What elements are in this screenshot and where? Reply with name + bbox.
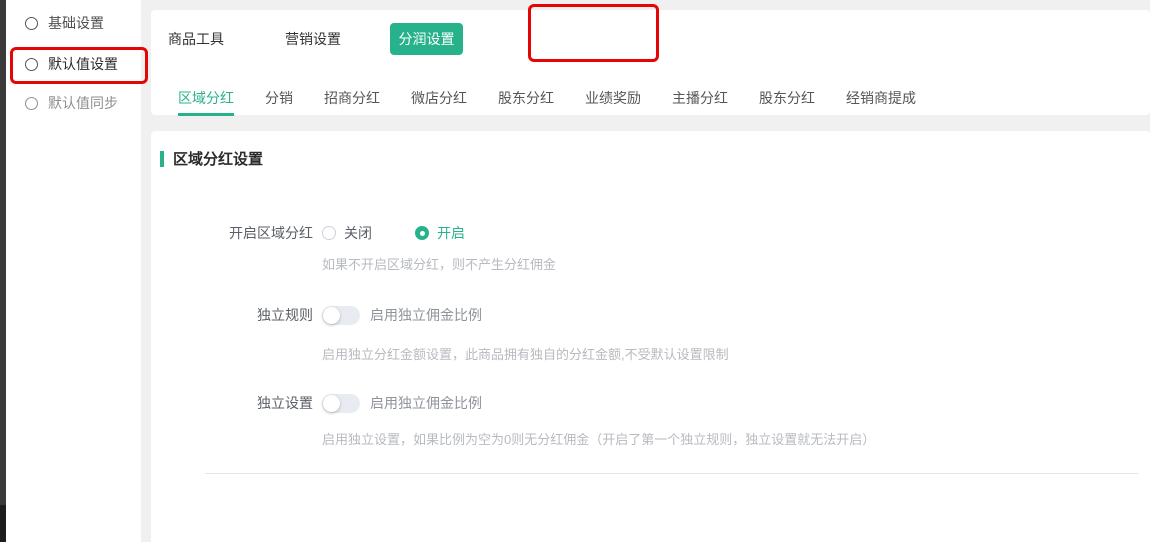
radio-off[interactable] xyxy=(322,226,336,240)
tab-product-tools[interactable]: 商品工具 xyxy=(168,23,224,55)
sidebar: 基础设置 默认值设置 默认值同步 xyxy=(6,0,141,542)
subtab-anchor-dividend[interactable]: 主播分红 xyxy=(672,90,728,116)
subtab-region-dividend[interactable]: 区域分红 xyxy=(178,90,234,116)
radio-off-label[interactable]: 关闭 xyxy=(344,223,372,243)
tab-marketing-settings[interactable]: 营销设置 xyxy=(285,23,341,55)
independent-setting-toggle[interactable] xyxy=(322,394,360,413)
independent-setting-help: 启用独立设置，如果比例为空为0则无分红佣金（开启了第一个独立规则，独立设置就无法… xyxy=(322,429,875,448)
section-header: 区域分红设置 xyxy=(160,148,263,169)
tab-profit-settings[interactable]: 分润设置 xyxy=(390,23,463,55)
sidebar-item-label: 默认值同步 xyxy=(48,93,118,113)
subtab-microstore-dividend[interactable]: 微店分红 xyxy=(411,90,467,116)
secondary-tabs: 区域分红 分销 招商分红 微店分红 股东分红 业绩奖励 主播分红 股东分红 经销… xyxy=(178,90,947,116)
tabs-card: 商品工具 营销设置 分润设置 区域分红 分销 招商分红 微店分红 股东分红 业绩… xyxy=(151,10,1150,115)
section-title: 区域分红设置 xyxy=(173,148,263,169)
radio-circle-icon xyxy=(25,58,38,71)
form-divider xyxy=(205,473,1138,474)
subtab-dealer-commission[interactable]: 经销商提成 xyxy=(846,90,916,116)
independent-setting-label: 独立设置 xyxy=(151,393,313,413)
sidebar-item-default-sync[interactable]: 默认值同步 xyxy=(6,83,141,123)
subtab-distribution[interactable]: 分销 xyxy=(265,90,293,116)
independent-setting-row: 独立设置 启用独立佣金比例 xyxy=(151,393,1150,413)
independent-rule-toggle-label: 启用独立佣金比例 xyxy=(370,305,482,325)
main-content: 商品工具 营销设置 分润设置 区域分红 分销 招商分红 微店分红 股东分红 业绩… xyxy=(151,0,1150,542)
independent-setting-toggle-label: 启用独立佣金比例 xyxy=(370,393,482,413)
enable-region-dividend-help: 如果不开启区域分红，则不产生分红佣金 xyxy=(322,254,556,273)
subtab-shareholder-dividend-2[interactable]: 股东分红 xyxy=(759,90,815,116)
independent-rule-label: 独立规则 xyxy=(151,305,313,325)
radio-circle-icon xyxy=(25,17,38,30)
sidebar-item-basic-settings[interactable]: 基础设置 xyxy=(6,3,141,43)
independent-rule-toggle[interactable] xyxy=(322,306,360,325)
enable-region-dividend-label: 开启区域分红 xyxy=(151,223,313,243)
subtab-merchant-dividend[interactable]: 招商分红 xyxy=(324,90,380,116)
enable-region-dividend-row: 开启区域分红 关闭 开启 xyxy=(151,223,1150,243)
sidebar-item-label: 默认值设置 xyxy=(48,54,118,74)
radio-on[interactable] xyxy=(415,226,429,240)
independent-rule-row: 独立规则 启用独立佣金比例 xyxy=(151,305,1150,325)
radio-on-label[interactable]: 开启 xyxy=(437,223,465,243)
section-accent-bar xyxy=(160,151,164,167)
sidebar-item-label: 基础设置 xyxy=(48,13,104,33)
radio-circle-icon xyxy=(25,97,38,110)
subtab-performance-reward[interactable]: 业绩奖励 xyxy=(585,90,641,116)
form-card: 区域分红设置 开启区域分红 关闭 开启 如果不开启区域分红，则不产生分红佣金 独… xyxy=(151,131,1150,542)
subtab-shareholder-dividend[interactable]: 股东分红 xyxy=(498,90,554,116)
sidebar-item-default-settings[interactable]: 默认值设置 xyxy=(6,44,141,84)
independent-rule-help: 启用独立分红金额设置，此商品拥有独自的分红金额,不受默认设置限制 xyxy=(322,344,729,363)
